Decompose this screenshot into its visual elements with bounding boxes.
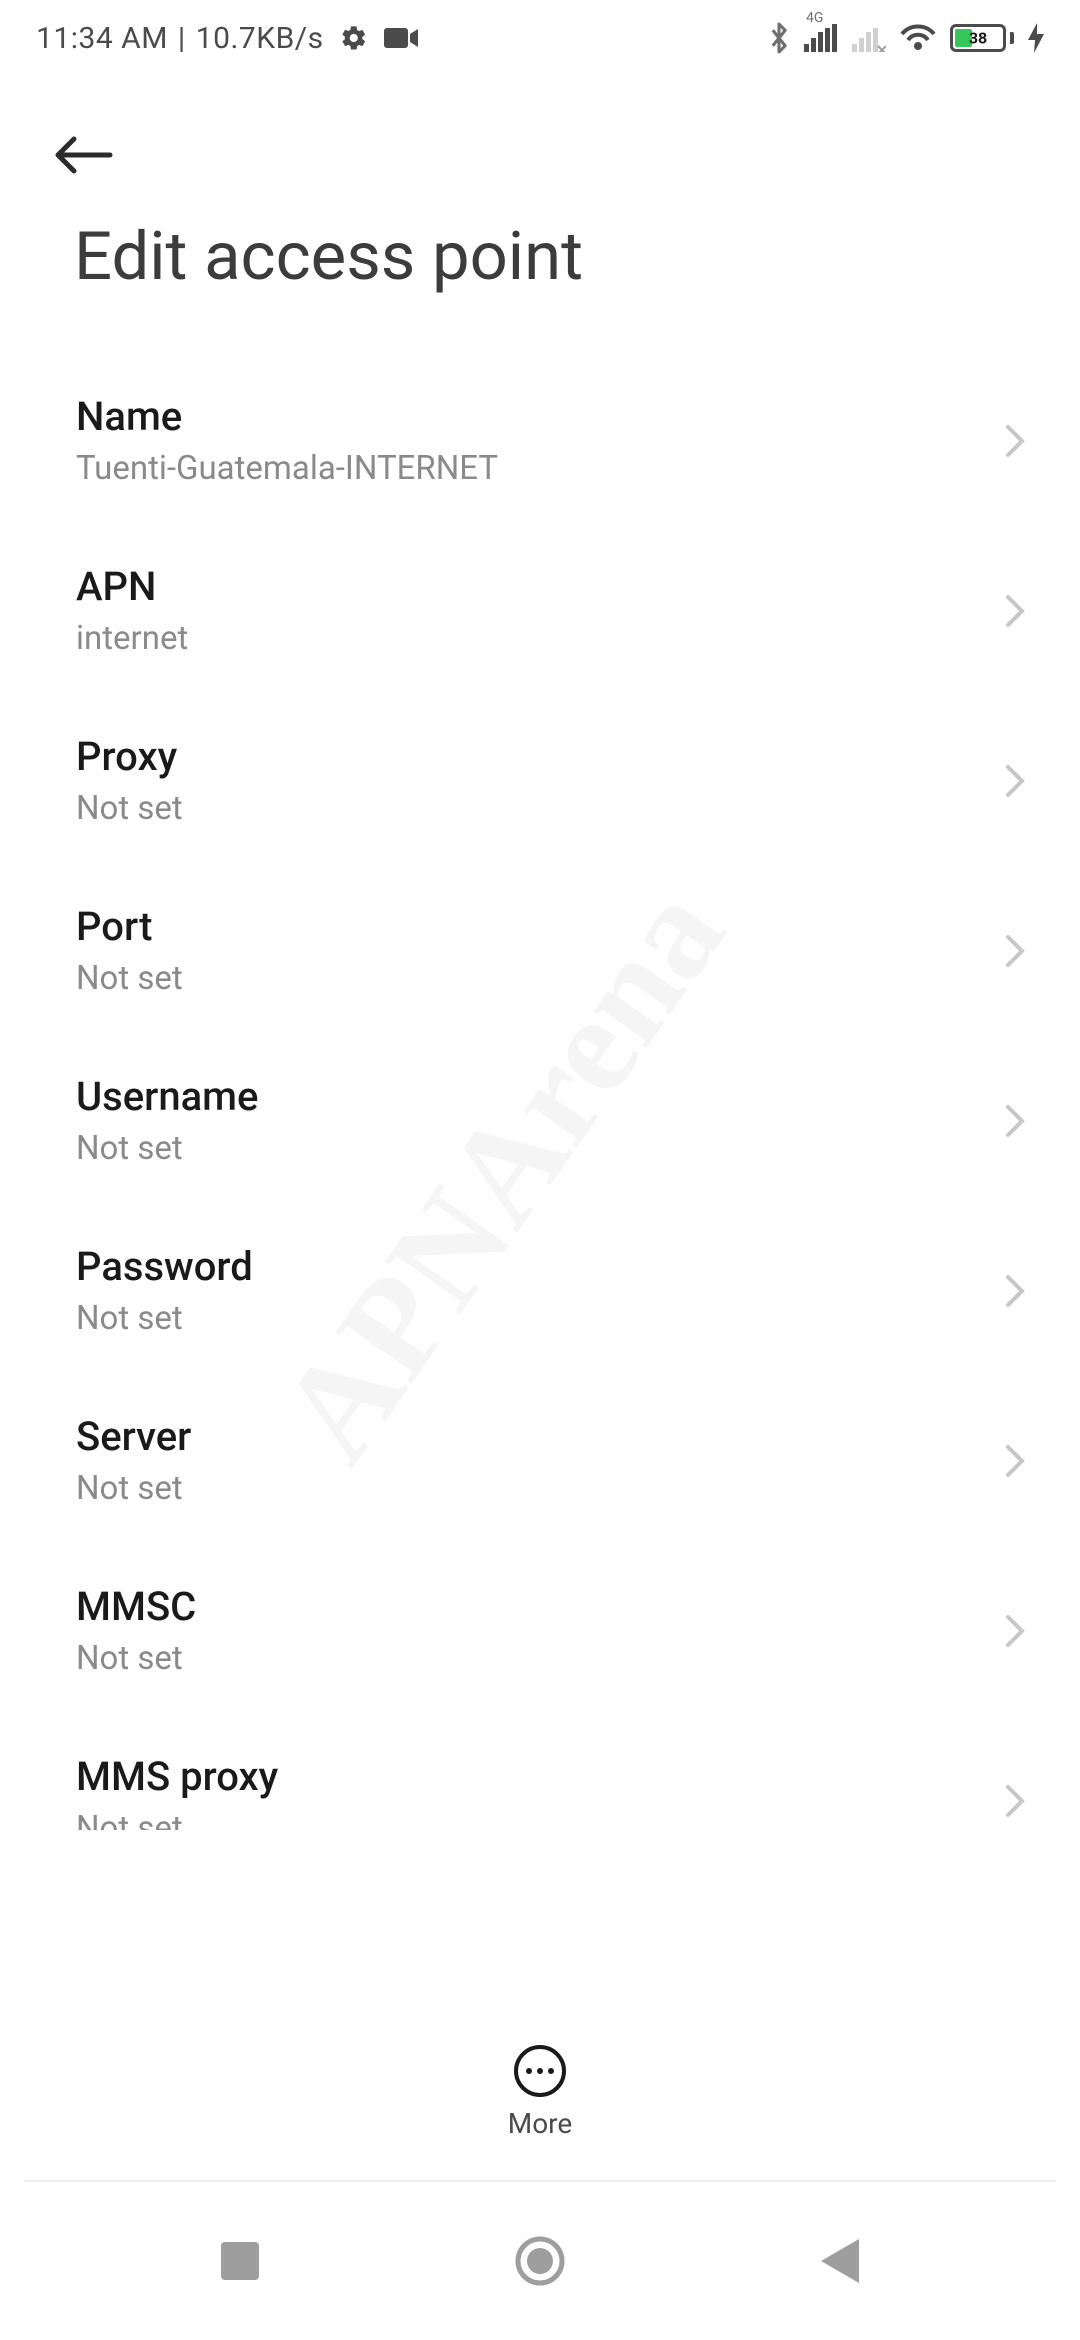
row-mmsc[interactable]: MMSC Not set xyxy=(0,1546,1080,1716)
row-proxy-label: Proxy xyxy=(76,733,984,781)
chevron-right-icon xyxy=(1004,1443,1026,1479)
app-bar xyxy=(0,100,1080,210)
row-mms-proxy-value: Not set xyxy=(76,1809,984,1830)
row-server-value: Not set xyxy=(76,1469,984,1509)
more-label: More xyxy=(508,2107,573,2140)
chevron-right-icon xyxy=(1004,1273,1026,1309)
row-server-label: Server xyxy=(76,1413,984,1461)
signal-4g-label: 4G xyxy=(806,10,823,26)
system-nav-bar xyxy=(0,2182,1080,2340)
row-port[interactable]: Port Not set xyxy=(0,866,1080,1036)
status-right: 4G 38 xyxy=(768,21,1044,55)
status-left: 11:34 AM | 10.7KB/s xyxy=(36,21,418,56)
row-proxy-value: Not set xyxy=(76,789,984,829)
gear-icon xyxy=(340,24,368,52)
signal-4g-icon: 4G xyxy=(804,24,838,52)
page-title: Edit access point xyxy=(74,218,1006,296)
status-time: 11:34 AM xyxy=(36,21,168,56)
row-mms-proxy-label: MMS proxy xyxy=(76,1753,984,1801)
row-name[interactable]: Name Tuenti-Guatemala-INTERNET xyxy=(0,356,1080,526)
chevron-right-icon xyxy=(1004,1613,1026,1649)
row-mmsc-label: MMSC xyxy=(76,1583,984,1631)
wifi-icon xyxy=(900,24,936,52)
row-server[interactable]: Server Not set xyxy=(0,1376,1080,1546)
row-apn[interactable]: APN internet xyxy=(0,526,1080,696)
chevron-right-icon xyxy=(1004,423,1026,459)
charging-icon xyxy=(1028,23,1044,53)
nav-back-button[interactable] xyxy=(780,2201,900,2321)
signal-none-icon xyxy=(852,24,886,52)
back-button[interactable] xyxy=(52,124,114,186)
row-username[interactable]: Username Not set xyxy=(0,1036,1080,1206)
row-apn-value: internet xyxy=(76,619,984,659)
chevron-right-icon xyxy=(1004,1103,1026,1139)
bottom-action-bar: More xyxy=(0,2002,1080,2182)
row-password-value: Not set xyxy=(76,1299,984,1339)
nav-recents-button[interactable] xyxy=(180,2201,300,2321)
row-name-label: Name xyxy=(76,393,984,441)
apn-settings-list: Name Tuenti-Guatemala-INTERNET APN inter… xyxy=(0,356,1080,1830)
status-separator: | xyxy=(178,21,186,56)
chevron-right-icon xyxy=(1004,933,1026,969)
nav-home-button[interactable] xyxy=(480,2201,600,2321)
row-apn-label: APN xyxy=(76,563,984,611)
bluetooth-icon xyxy=(768,21,790,55)
row-password-label: Password xyxy=(76,1243,984,1291)
row-port-value: Not set xyxy=(76,959,984,999)
row-name-value: Tuenti-Guatemala-INTERNET xyxy=(76,449,984,489)
camera-icon xyxy=(384,26,418,50)
row-username-label: Username xyxy=(76,1073,984,1121)
status-speed: 10.7KB/s xyxy=(196,21,324,56)
battery-icon: 38 xyxy=(950,24,1014,52)
chevron-right-icon xyxy=(1004,1783,1026,1819)
row-mms-proxy[interactable]: MMS proxy Not set xyxy=(0,1716,1080,1830)
row-password[interactable]: Password Not set xyxy=(0,1206,1080,1376)
chevron-right-icon xyxy=(1004,593,1026,629)
status-bar: 11:34 AM | 10.7KB/s 4G 38 xyxy=(0,0,1080,76)
battery-percent: 38 xyxy=(969,29,987,48)
page-title-wrap: Edit access point xyxy=(74,218,1006,296)
row-mmsc-value: Not set xyxy=(76,1639,984,1679)
row-username-value: Not set xyxy=(76,1129,984,1169)
more-button[interactable] xyxy=(514,2045,566,2097)
row-proxy[interactable]: Proxy Not set xyxy=(0,696,1080,866)
row-port-label: Port xyxy=(76,903,984,951)
chevron-right-icon xyxy=(1004,763,1026,799)
